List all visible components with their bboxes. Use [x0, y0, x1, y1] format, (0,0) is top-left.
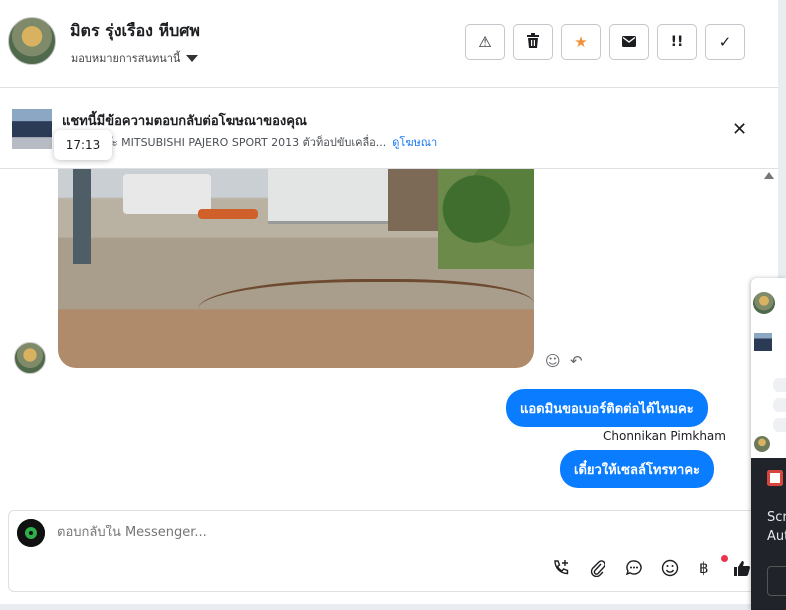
done-button[interactable]: ✓ — [705, 24, 745, 60]
follow-up-button[interactable]: !! — [657, 24, 697, 60]
view-ad-link[interactable]: ดูโฆษณา — [392, 136, 437, 149]
ad-reply-banner: แชทนี้มีข้อความตอบกลับต่อโฆษณาของคุณ 4WD… — [0, 89, 778, 169]
star-button[interactable]: ★ — [561, 24, 601, 60]
star-icon: ★ — [574, 33, 588, 51]
reply-composer: ฿ — [8, 510, 778, 592]
call-add-icon[interactable] — [552, 559, 570, 581]
photo-detail — [198, 279, 534, 339]
warning-icon: ⚠ — [478, 33, 492, 51]
trash-icon — [526, 32, 540, 52]
spam-button[interactable]: ⚠ — [465, 24, 505, 60]
assign-conversation-dropdown[interactable]: มอบหมายการสนทนานี้ — [71, 49, 199, 67]
timestamp-tooltip: 17:13 — [54, 130, 112, 160]
toast-title: Scr — [767, 510, 786, 525]
envelope-icon — [622, 33, 636, 51]
toast-subtitle: Aut — [767, 529, 786, 544]
photo-detail — [268, 169, 388, 224]
message-image[interactable] — [58, 169, 534, 368]
ad-description: 4WD นะจ๊ะ MITSUBISHI PAJERO SPORT 2013 ต… — [62, 133, 437, 151]
side-message-chip — [773, 398, 786, 412]
photo-detail — [388, 169, 440, 231]
outgoing-message[interactable]: แอดมินขอเบอร์ติดต่อได้ไหมคะ — [506, 389, 708, 427]
emoji-react-icon[interactable]: ☺ — [545, 352, 561, 370]
side-ad-thumbnail — [754, 333, 772, 351]
emoji-icon[interactable] — [661, 559, 679, 581]
side-message-chip — [773, 378, 786, 392]
side-contact-avatar[interactable] — [753, 292, 775, 314]
reply-input[interactable] — [57, 525, 457, 540]
notification-dot — [721, 555, 728, 562]
reply-icon[interactable]: ↶ — [570, 352, 583, 370]
conversation-panel: มิตร รุ่งเรือง หีบศพ มอบหมายการสนทนานี้ … — [0, 0, 778, 604]
contact-name[interactable]: มิตร รุ่งเรือง หีบศพ — [70, 19, 200, 44]
page-avatar — [17, 519, 45, 547]
attachment-icon[interactable] — [589, 559, 606, 581]
follow-up-icon: !! — [670, 34, 684, 50]
payment-icon[interactable]: ฿ — [699, 559, 709, 577]
contact-avatar-small[interactable] — [14, 342, 46, 374]
ad-thumbnail[interactable] — [12, 109, 52, 149]
photo-detail — [73, 169, 91, 264]
photo-detail — [438, 169, 534, 269]
saved-reply-icon[interactable] — [625, 559, 643, 581]
contact-avatar[interactable] — [8, 17, 56, 65]
conversation-header: มิตร รุ่งเรือง หีบศพ มอบหมายการสนทนานี้ … — [0, 0, 778, 88]
message-sender-name: Chonnikan Pimkham — [603, 429, 726, 443]
photo-detail — [198, 209, 258, 219]
scroll-up-arrow-icon[interactable] — [764, 172, 774, 179]
delete-button[interactable] — [513, 24, 553, 60]
side-avatar-small — [754, 436, 770, 452]
assign-label: มอบหมายการสนทนานี้ — [71, 52, 181, 65]
outgoing-message[interactable]: เดี๋ยวให้เซลล์โทรหาคะ — [560, 450, 715, 488]
check-icon: ✓ — [718, 33, 732, 51]
photo-detail — [123, 174, 211, 214]
mark-unread-button[interactable] — [609, 24, 649, 60]
side-message-chip — [773, 418, 786, 432]
ad-banner-title: แชทนี้มีข้อความตอบกลับต่อโฆษณาของคุณ — [62, 114, 307, 129]
like-icon[interactable] — [733, 559, 751, 581]
side-popup-panel: Scr Aut — [751, 278, 786, 610]
app-icon — [767, 470, 783, 486]
close-icon[interactable]: ✕ — [732, 119, 747, 140]
chevron-down-icon — [186, 54, 199, 62]
toast-button[interactable] — [767, 566, 786, 596]
